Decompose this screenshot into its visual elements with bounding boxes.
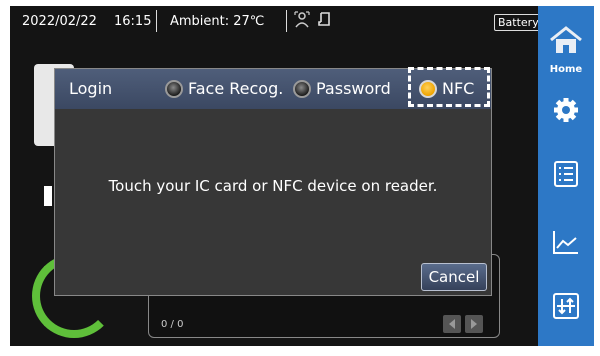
next-arrow-icon[interactable] bbox=[465, 315, 483, 333]
battery-indicator: Battery bbox=[494, 14, 538, 31]
radio-face-recognition[interactable]: Face Recog. bbox=[165, 79, 283, 98]
chart-button[interactable] bbox=[546, 224, 586, 264]
status-time: 16:15 bbox=[114, 14, 152, 29]
status-bar: 2022/02/22 16:15 Ambient: 27℃ Battery bbox=[10, 6, 538, 36]
background-marker bbox=[44, 186, 52, 206]
transfer-icon bbox=[552, 292, 580, 324]
tap-icon bbox=[316, 11, 332, 33]
home-button[interactable] bbox=[546, 22, 586, 62]
radio-label: Face Recog. bbox=[188, 79, 284, 98]
status-divider bbox=[286, 10, 287, 32]
cancel-button[interactable]: Cancel bbox=[421, 263, 487, 291]
radio-unselected-icon bbox=[165, 79, 183, 98]
chart-icon bbox=[552, 229, 580, 259]
page-counter: 0 / 0 bbox=[161, 319, 184, 330]
status-divider bbox=[156, 10, 157, 32]
radio-password[interactable]: Password bbox=[293, 79, 391, 98]
status-date: 2022/02/22 bbox=[22, 14, 97, 29]
sidebar: Home bbox=[538, 6, 594, 346]
gear-icon bbox=[552, 96, 580, 128]
nfc-instruction: Touch your IC card or NFC device on read… bbox=[108, 177, 438, 195]
home-label: Home bbox=[549, 64, 583, 75]
transfer-button[interactable] bbox=[546, 288, 586, 328]
radio-label: Password bbox=[316, 79, 391, 98]
user-icon bbox=[294, 11, 310, 33]
dialog-title: Login bbox=[69, 79, 113, 98]
prev-arrow-icon[interactable] bbox=[443, 315, 461, 333]
home-icon bbox=[549, 26, 583, 58]
list-button[interactable] bbox=[546, 156, 586, 196]
nfc-highlight-frame bbox=[408, 67, 490, 107]
list-icon bbox=[553, 160, 579, 192]
settings-button[interactable] bbox=[546, 92, 586, 132]
status-ambient: Ambient: 27℃ bbox=[170, 14, 265, 29]
radio-unselected-icon bbox=[293, 79, 311, 98]
